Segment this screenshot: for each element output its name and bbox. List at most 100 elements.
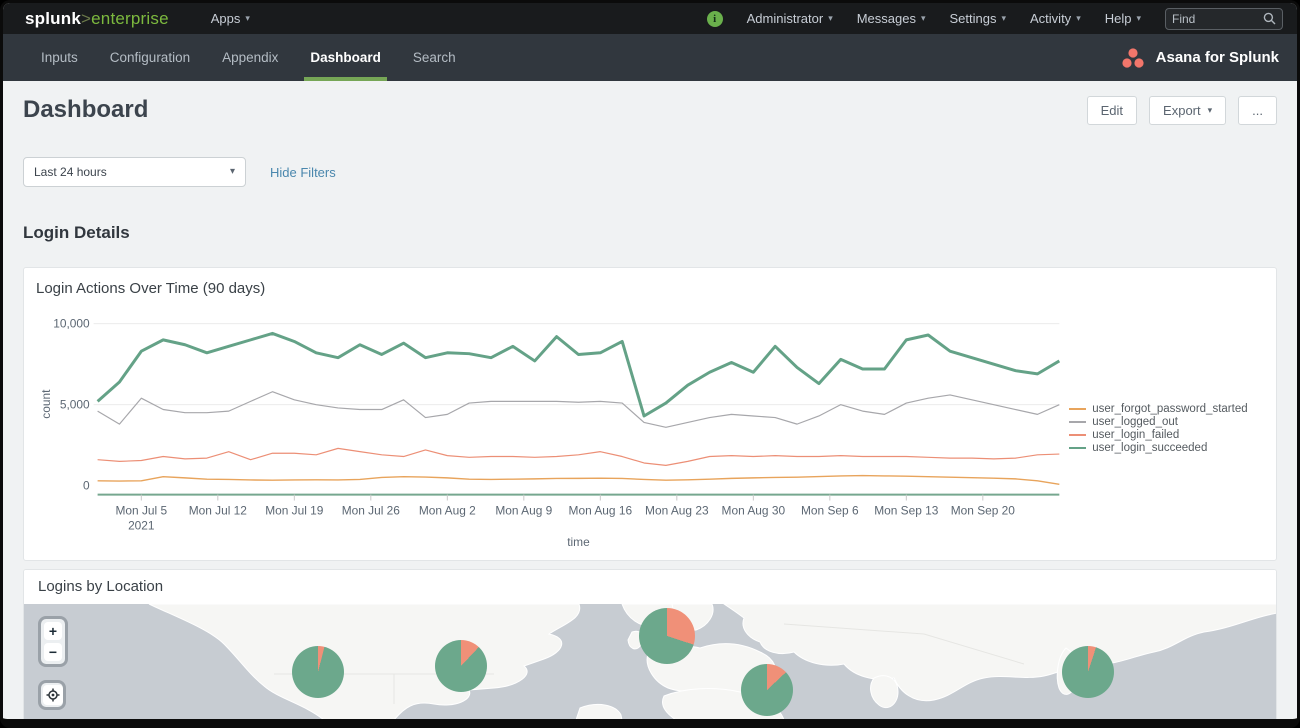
chevron-down-icon: ▾ bbox=[1208, 106, 1213, 115]
time-range-picker[interactable]: Last 24 hours ▾ bbox=[23, 157, 246, 187]
tab-configuration[interactable]: Configuration bbox=[94, 34, 206, 81]
login-actions-chart-panel: Login Actions Over Time (90 days) 0 5,000… bbox=[23, 267, 1277, 561]
chart-title: Login Actions Over Time (90 days) bbox=[36, 280, 1264, 300]
app-nav-bar: InputsConfigurationAppendixDashboardSear… bbox=[3, 34, 1297, 81]
tab-search[interactable]: Search bbox=[397, 34, 472, 81]
help-menu-label: Help bbox=[1105, 11, 1132, 26]
messages-menu-label: Messages bbox=[857, 11, 916, 26]
login-pie-japan[interactable] bbox=[1062, 646, 1114, 698]
x-axis-tick: Mon Jul 12 bbox=[189, 503, 248, 517]
x-axis-tick-year: 2021 bbox=[128, 518, 155, 532]
messages-menu[interactable]: Messages ▾ bbox=[857, 11, 926, 26]
time-range-value: Last 24 hours bbox=[34, 165, 107, 179]
export-button[interactable]: Export▾ bbox=[1149, 96, 1226, 125]
login-pie-us-east[interactable] bbox=[435, 640, 487, 692]
tab-dashboard[interactable]: Dashboard bbox=[294, 34, 397, 81]
logins-by-location-panel: Logins by Location bbox=[23, 569, 1277, 720]
login-pie-eastern-europe[interactable] bbox=[741, 664, 793, 716]
locate-button[interactable] bbox=[43, 685, 63, 705]
splunk-logo[interactable]: splunk>enterprise bbox=[25, 9, 169, 29]
x-axis-tick: Mon Sep 20 bbox=[951, 503, 1016, 517]
x-axis-tick: Mon Sep 6 bbox=[801, 503, 859, 517]
hide-filters-link[interactable]: Hide Filters bbox=[270, 165, 336, 180]
legend-swatch-icon bbox=[1069, 421, 1086, 423]
find-search-input[interactable] bbox=[1172, 12, 1263, 26]
page-title: Dashboard bbox=[23, 96, 148, 124]
administrator-menu-label: Administrator bbox=[747, 11, 824, 26]
x-axis-tick: Mon Jul 26 bbox=[342, 503, 401, 517]
more-actions-button[interactable]: ... bbox=[1238, 96, 1277, 125]
filter-row: Last 24 hours ▾ Hide Filters bbox=[23, 157, 1277, 187]
find-search-box[interactable] bbox=[1165, 8, 1283, 30]
dashboard-content: Dashboard Edit Export▾ ... Last 24 hours… bbox=[3, 95, 1297, 720]
x-axis-tick: Mon Aug 23 bbox=[645, 503, 709, 517]
y-axis-label: count bbox=[39, 389, 53, 419]
series-user_login_succeeded[interactable] bbox=[98, 333, 1060, 416]
map-controls: + − bbox=[38, 616, 68, 710]
login-pie-us-west[interactable] bbox=[292, 646, 344, 698]
legend-swatch-icon bbox=[1069, 408, 1086, 410]
y-axis-tick: 5,000 bbox=[60, 398, 90, 412]
legend-label: user_login_succeeded bbox=[1092, 442, 1207, 454]
app-identity: Asana for Splunk bbox=[1120, 34, 1279, 81]
x-axis-tick: Mon Aug 16 bbox=[569, 503, 633, 517]
login-actions-line-chart[interactable]: 0 5,000 10,000 count Mon Jul 52021 Mon Jul 12… bbox=[36, 306, 1069, 551]
apps-menu-label: Apps bbox=[211, 11, 241, 26]
legend-item-user_login_succeeded[interactable]: user_login_succeeded bbox=[1069, 441, 1264, 454]
y-axis-tick: 10,000 bbox=[53, 317, 90, 331]
legend-label: user_logged_out bbox=[1092, 416, 1178, 428]
section-title: Login Details bbox=[23, 223, 1277, 245]
zoom-out-button[interactable]: − bbox=[44, 643, 62, 661]
edit-button[interactable]: Edit bbox=[1087, 96, 1137, 125]
legend-item-user_logged_out[interactable]: user_logged_out bbox=[1069, 415, 1264, 428]
world-map[interactable]: + − bbox=[24, 604, 1276, 720]
series-user_forgot_password_started[interactable] bbox=[98, 476, 1060, 485]
chart-row: 0 5,000 10,000 count Mon Jul 52021 Mon Jul 12… bbox=[36, 306, 1264, 551]
legend-item-user_forgot_password_started[interactable]: user_forgot_password_started bbox=[1069, 402, 1264, 415]
crosshair-icon bbox=[46, 688, 60, 702]
chevron-down-icon: ▾ bbox=[245, 14, 250, 23]
legend-item-user_login_failed[interactable]: user_login_failed bbox=[1069, 428, 1264, 441]
header-buttons: Edit Export▾ ... bbox=[1087, 96, 1277, 125]
legend-label: user_forgot_password_started bbox=[1092, 403, 1247, 415]
settings-menu[interactable]: Settings ▾ bbox=[950, 11, 1007, 26]
splunk-window: splunk>enterprise Apps ▾ i Administrator… bbox=[0, 0, 1300, 728]
info-icon[interactable]: i bbox=[707, 11, 723, 27]
activity-menu-label: Activity bbox=[1030, 11, 1071, 26]
series-user_logged_out[interactable] bbox=[98, 392, 1060, 428]
settings-menu-label: Settings bbox=[950, 11, 997, 26]
map-locate-control bbox=[38, 680, 66, 710]
series-user_login_failed[interactable] bbox=[98, 448, 1060, 465]
logo-splunk: splunk bbox=[25, 9, 81, 28]
x-axis-tick: Mon Aug 30 bbox=[722, 503, 786, 517]
chevron-down-icon: ▾ bbox=[1076, 14, 1081, 23]
top-nav-bar: splunk>enterprise Apps ▾ i Administrator… bbox=[3, 3, 1297, 34]
legend-swatch-icon bbox=[1069, 434, 1086, 436]
chevron-down-icon: ▾ bbox=[1136, 14, 1141, 23]
chevron-down-icon: ▾ bbox=[230, 167, 235, 177]
tab-inputs[interactable]: Inputs bbox=[25, 34, 94, 81]
logo-enterprise: enterprise bbox=[91, 9, 169, 28]
tab-appendix[interactable]: Appendix bbox=[206, 34, 294, 81]
login-pie-western-europe[interactable] bbox=[639, 608, 695, 664]
logo-gt: > bbox=[81, 9, 91, 28]
chevron-down-icon: ▾ bbox=[1001, 14, 1006, 23]
x-axis-label: time bbox=[567, 535, 590, 549]
map-zoom-control: + − bbox=[38, 616, 68, 667]
apps-menu[interactable]: Apps ▾ bbox=[211, 11, 250, 26]
help-menu[interactable]: Help ▾ bbox=[1105, 11, 1141, 26]
search-icon bbox=[1263, 12, 1276, 25]
legend-swatch-icon bbox=[1069, 447, 1086, 449]
zoom-in-button[interactable]: + bbox=[44, 622, 62, 640]
chevron-down-icon: ▾ bbox=[921, 14, 926, 23]
x-axis-tick: Mon Aug 2 bbox=[419, 503, 476, 517]
x-axis-tick: Mon Aug 9 bbox=[495, 503, 552, 517]
app-name: Asana for Splunk bbox=[1156, 49, 1279, 66]
legend-label: user_login_failed bbox=[1092, 429, 1179, 441]
y-axis-tick: 0 bbox=[83, 479, 90, 493]
chevron-down-icon: ▾ bbox=[828, 14, 833, 23]
administrator-menu[interactable]: Administrator ▾ bbox=[747, 11, 833, 26]
page-header: Dashboard Edit Export▾ ... bbox=[23, 95, 1277, 125]
activity-menu[interactable]: Activity ▾ bbox=[1030, 11, 1081, 26]
x-axis-tick: Mon Jul 5 bbox=[116, 503, 168, 517]
